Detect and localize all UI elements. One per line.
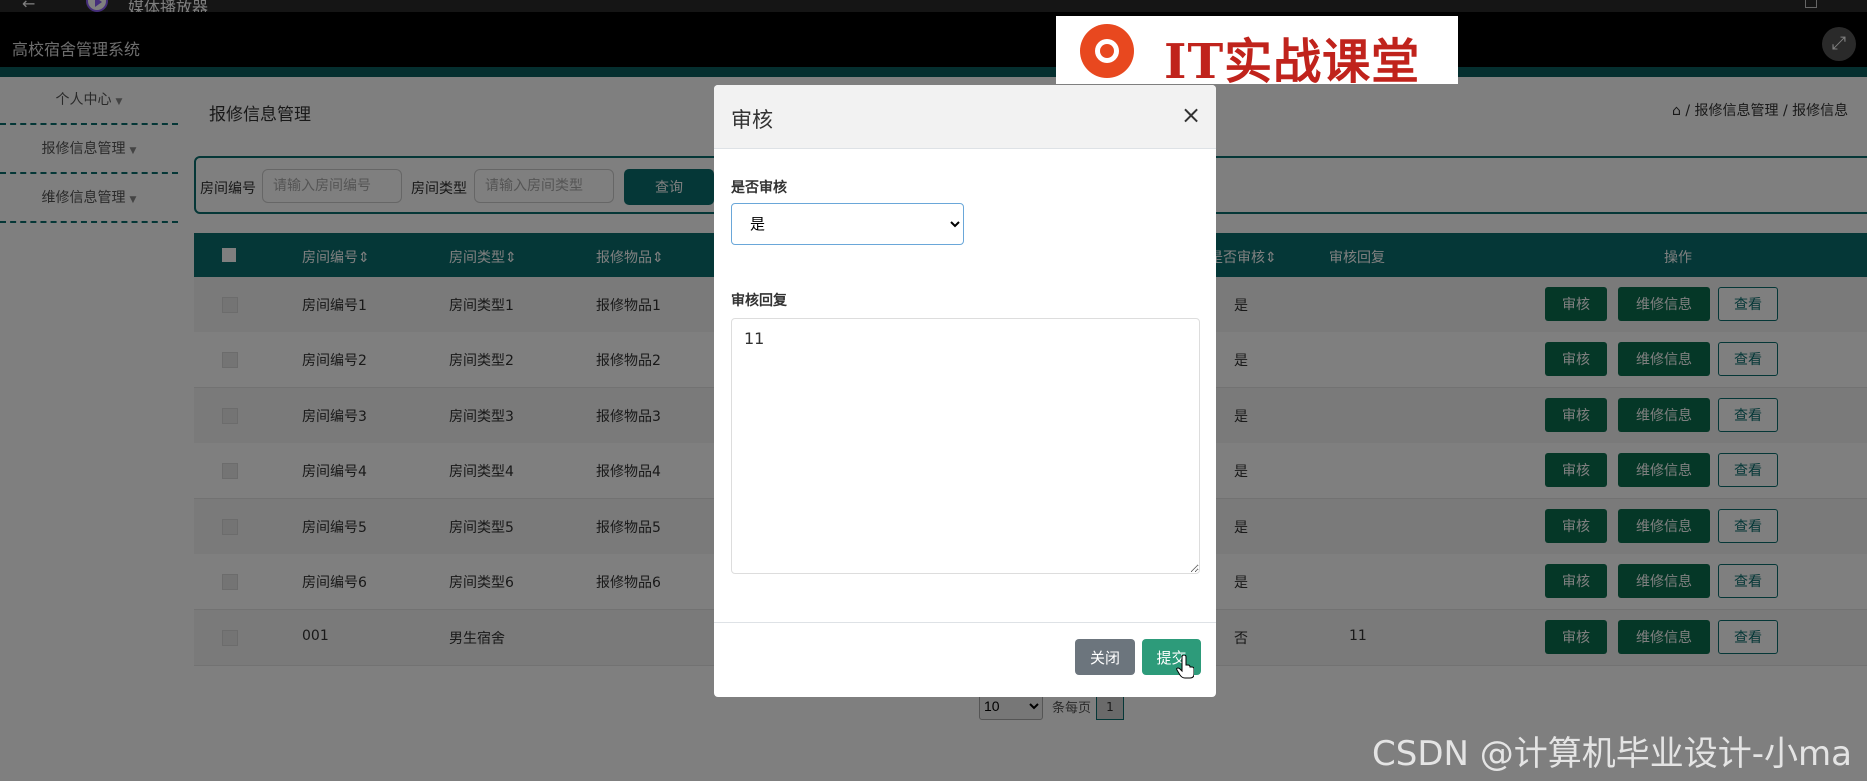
- audit-label: 是否审核: [731, 180, 787, 196]
- close-button[interactable]: 关闭: [1075, 639, 1135, 675]
- logo-text: IT实战课堂: [1164, 34, 1421, 90]
- modal-footer: [714, 622, 1216, 697]
- modal-header: 审核 ×: [714, 85, 1216, 149]
- hand-cursor-icon: [1176, 655, 1194, 679]
- reply-label: 审核回复: [731, 293, 787, 309]
- browser-logo-icon: [1080, 24, 1134, 78]
- modal-title: 审核: [731, 108, 773, 132]
- audit-select[interactable]: 是: [731, 203, 964, 245]
- close-icon[interactable]: ×: [1181, 101, 1201, 129]
- csdn-watermark: CSDN @计算机毕业设计-小ma: [1372, 734, 1852, 774]
- it-logo-watermark: IT实战课堂: [1056, 16, 1458, 90]
- audit-modal: 审核 × 是否审核 是 审核回复 11 关闭 提交: [714, 85, 1216, 697]
- reply-textarea[interactable]: 11: [731, 318, 1200, 574]
